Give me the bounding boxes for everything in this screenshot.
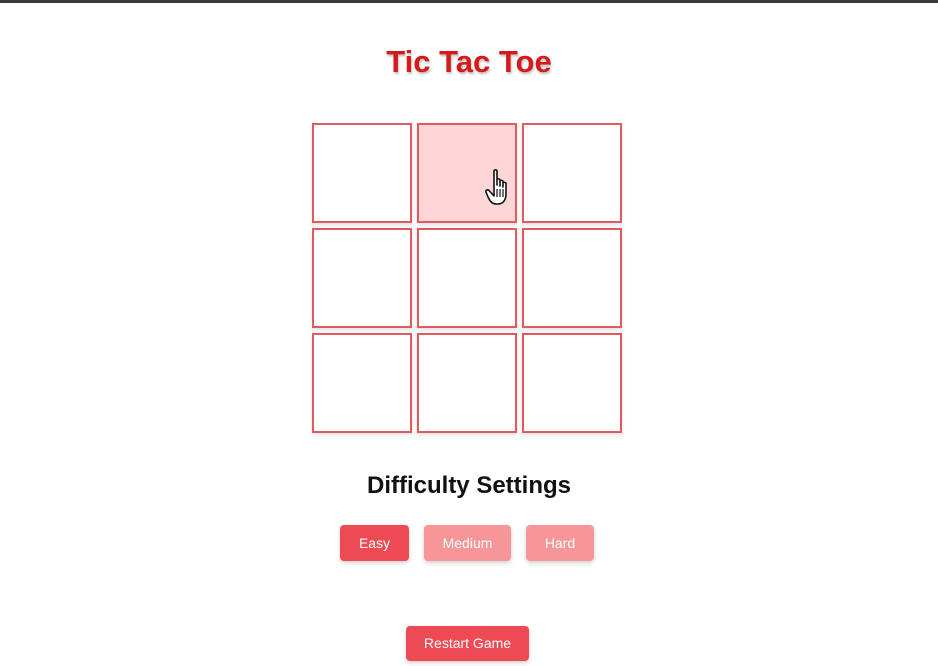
easy-button[interactable]: Easy bbox=[340, 525, 409, 561]
restart-game-button[interactable]: Restart Game bbox=[406, 626, 529, 661]
game-board bbox=[312, 123, 622, 433]
page-title: Tic Tac Toe bbox=[386, 44, 552, 79]
board-cell-8[interactable] bbox=[417, 333, 517, 433]
board-cell-7[interactable] bbox=[312, 333, 412, 433]
board-cell-5[interactable] bbox=[417, 228, 517, 328]
board-cell-4[interactable] bbox=[312, 228, 412, 328]
hard-button[interactable]: Hard bbox=[526, 525, 594, 561]
window-top-border bbox=[0, 0, 938, 3]
difficulty-options: Easy Medium Hard bbox=[0, 525, 938, 561]
board-cell-3[interactable] bbox=[522, 123, 622, 223]
difficulty-heading: Difficulty Settings bbox=[366, 472, 571, 499]
board-cell-2[interactable] bbox=[417, 123, 517, 223]
medium-button[interactable]: Medium bbox=[424, 525, 511, 561]
board-cell-9[interactable] bbox=[522, 333, 622, 433]
board-cell-1[interactable] bbox=[312, 123, 412, 223]
board-cell-6[interactable] bbox=[522, 228, 622, 328]
